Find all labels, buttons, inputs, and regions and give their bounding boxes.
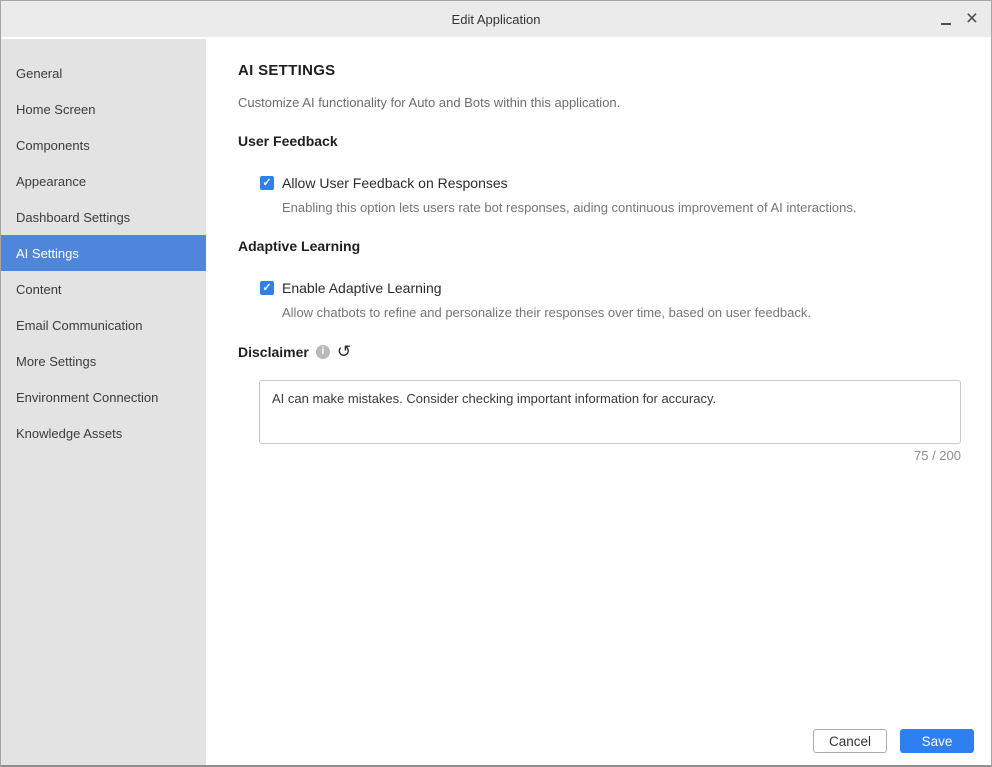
window-controls: × — [941, 1, 978, 37]
refresh-icon[interactable]: ↺ — [337, 343, 351, 360]
info-icon[interactable]: i — [316, 345, 330, 359]
edit-application-dialog: Edit Application × General Home Screen C… — [0, 0, 992, 767]
minimize-icon[interactable] — [941, 23, 951, 25]
sidebar-item-dashboard-settings[interactable]: Dashboard Settings — [1, 199, 206, 235]
sidebar-item-appearance[interactable]: Appearance — [1, 163, 206, 199]
sidebar-item-ai-settings[interactable]: AI Settings — [1, 235, 206, 271]
ai-settings-panel: AI SETTINGS Customize AI functionality f… — [206, 37, 992, 765]
adaptive-learning-checkbox-label[interactable]: Enable Adaptive Learning — [282, 280, 442, 296]
dialog-body: General Home Screen Components Appearanc… — [1, 37, 991, 765]
user-feedback-checkbox[interactable]: ✓ — [260, 176, 274, 190]
user-feedback-checkbox-row[interactable]: ✓ Allow User Feedback on Responses — [260, 175, 961, 191]
save-button[interactable]: Save — [900, 729, 974, 753]
sidebar-item-components[interactable]: Components — [1, 127, 206, 163]
user-feedback-checkbox-label[interactable]: Allow User Feedback on Responses — [282, 175, 508, 191]
disclaimer-header: Disclaimer i ↺ — [238, 344, 961, 360]
adaptive-learning-description: Allow chatbots to refine and personalize… — [282, 305, 961, 320]
page-subtitle: Customize AI functionality for Auto and … — [238, 95, 961, 110]
sidebar-item-home-screen[interactable]: Home Screen — [1, 91, 206, 127]
settings-sidebar: General Home Screen Components Appearanc… — [1, 39, 206, 765]
adaptive-learning-checkbox-row[interactable]: ✓ Enable Adaptive Learning — [260, 280, 961, 296]
titlebar: Edit Application × — [1, 1, 991, 37]
disclaimer-field-wrap: AI can make mistakes. Consider checking … — [259, 380, 961, 463]
window-title: Edit Application — [452, 12, 541, 27]
user-feedback-description: Enabling this option lets users rate bot… — [282, 200, 961, 215]
page-title: AI SETTINGS — [238, 62, 961, 79]
close-icon[interactable]: × — [966, 8, 978, 29]
sidebar-item-more-settings[interactable]: More Settings — [1, 343, 206, 379]
sidebar-item-knowledge-assets[interactable]: Knowledge Assets — [1, 415, 206, 451]
sidebar-item-content[interactable]: Content — [1, 271, 206, 307]
disclaimer-textarea[interactable]: AI can make mistakes. Consider checking … — [259, 380, 961, 444]
sidebar-item-general[interactable]: General — [1, 55, 206, 91]
disclaimer-title: Disclaimer — [238, 344, 309, 360]
cancel-button[interactable]: Cancel — [813, 729, 887, 753]
sidebar-item-email-communication[interactable]: Email Communication — [1, 307, 206, 343]
section-title-adaptive-learning: Adaptive Learning — [238, 238, 961, 254]
sidebar-item-environment-connection[interactable]: Environment Connection — [1, 379, 206, 415]
char-counter: 75 / 200 — [259, 448, 961, 463]
section-title-user-feedback: User Feedback — [238, 133, 961, 149]
adaptive-learning-checkbox[interactable]: ✓ — [260, 281, 274, 295]
footer-actions: Cancel Save — [813, 729, 974, 753]
